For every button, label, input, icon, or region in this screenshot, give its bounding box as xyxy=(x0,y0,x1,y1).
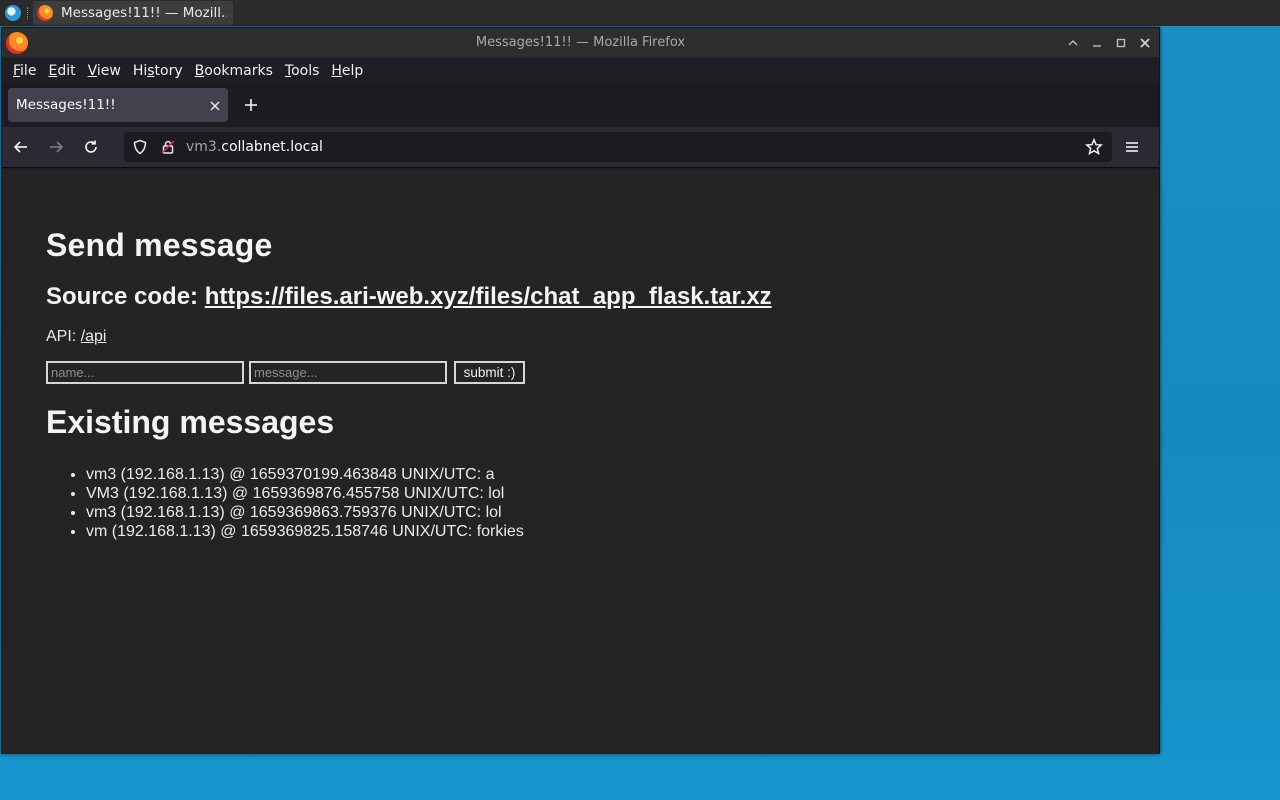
menubar: File Edit View History Bookmarks Tools H… xyxy=(2,58,1159,83)
firefox-window: Messages!11!! — Mozilla Firefox File Edi… xyxy=(1,27,1160,754)
app-launcher-icon[interactable] xyxy=(5,5,21,21)
window-shade-button[interactable] xyxy=(1065,35,1081,51)
star-icon xyxy=(1085,138,1103,156)
window-maximize-button[interactable] xyxy=(1113,35,1129,51)
existing-messages-heading: Existing messages xyxy=(46,404,335,440)
api-link[interactable]: /api xyxy=(81,328,107,345)
desktop-background xyxy=(0,756,1280,800)
list-item: vm (192.168.1.13) @ 1659369825.158746 UN… xyxy=(86,522,1159,541)
forward-button[interactable] xyxy=(40,131,72,163)
close-icon xyxy=(210,100,220,111)
message-form: submit :) xyxy=(46,361,1159,384)
taskbar-separator xyxy=(27,7,29,19)
arrow-left-icon xyxy=(13,141,27,153)
taskbar: Messages!11!! — Mozill... xyxy=(0,0,1280,26)
tab-messages[interactable]: Messages!11!! xyxy=(8,88,228,122)
navigation-toolbar: vm3.collabnet.local xyxy=(2,127,1159,168)
source-code-link[interactable]: https://files.ari-web.xyz/files/chat_app… xyxy=(205,283,772,310)
arrow-right-icon xyxy=(50,141,64,153)
list-item: vm3 (192.168.1.13) @ 1659369863.759376 U… xyxy=(86,503,1159,522)
menu-help[interactable]: Help xyxy=(325,63,369,79)
firefox-icon xyxy=(37,5,53,21)
minimize-icon xyxy=(1093,45,1101,47)
back-button[interactable] xyxy=(5,131,37,163)
reload-button[interactable] xyxy=(75,131,107,163)
source-code-heading: Source code: https://files.ari-web.xyz/f… xyxy=(46,283,772,310)
tab-title: Messages!11!! xyxy=(16,97,116,113)
window-close-button[interactable] xyxy=(1137,35,1153,51)
menu-history[interactable]: History xyxy=(127,63,189,79)
maximize-icon xyxy=(1116,38,1126,48)
menu-bookmarks[interactable]: Bookmarks xyxy=(189,63,279,79)
menu-file[interactable]: File xyxy=(7,63,42,79)
menu-tools[interactable]: Tools xyxy=(279,63,326,79)
page-title: Send message xyxy=(46,227,273,263)
list-item: VM3 (192.168.1.13) @ 1659369876.455758 U… xyxy=(86,484,1159,503)
close-icon xyxy=(1140,38,1150,48)
app-menu-button[interactable] xyxy=(1117,132,1147,162)
window-minimize-button[interactable] xyxy=(1089,35,1105,51)
bookmark-star-button[interactable] xyxy=(1082,135,1106,159)
list-item: vm3 (192.168.1.13) @ 1659370199.463848 U… xyxy=(86,465,1159,484)
window-titlebar[interactable]: Messages!11!! — Mozilla Firefox xyxy=(2,28,1159,58)
menu-edit[interactable]: Edit xyxy=(42,63,81,79)
firefox-icon xyxy=(6,31,28,54)
plus-icon xyxy=(245,99,257,111)
hamburger-menu-icon xyxy=(1126,142,1138,152)
insecure-lock-icon[interactable] xyxy=(156,135,180,159)
chevron-up-icon xyxy=(1068,40,1078,46)
taskbar-firefox-task[interactable]: Messages!11!! — Mozill... xyxy=(33,1,233,25)
messages-list: vm3 (192.168.1.13) @ 1659370199.463848 U… xyxy=(86,465,1159,541)
submit-button[interactable]: submit :) xyxy=(454,361,525,384)
shield-icon[interactable] xyxy=(128,135,152,159)
tab-close-button[interactable] xyxy=(210,96,220,115)
tab-strip: Messages!11!! xyxy=(2,83,1159,127)
new-tab-button[interactable] xyxy=(236,90,266,120)
window-title: Messages!11!! — Mozilla Firefox xyxy=(475,35,686,50)
taskbar-task-label: Messages!11!! — Mozill... xyxy=(61,5,227,21)
message-input[interactable] xyxy=(249,361,447,384)
url-text[interactable]: vm3.collabnet.local xyxy=(186,139,323,155)
api-line: API: /api xyxy=(46,328,107,345)
page-content: Send message Source code: https://files.… xyxy=(2,169,1159,754)
name-input[interactable] xyxy=(46,361,244,384)
reload-icon xyxy=(85,140,97,153)
url-bar[interactable]: vm3.collabnet.local xyxy=(124,132,1112,162)
menu-view[interactable]: View xyxy=(82,63,127,79)
